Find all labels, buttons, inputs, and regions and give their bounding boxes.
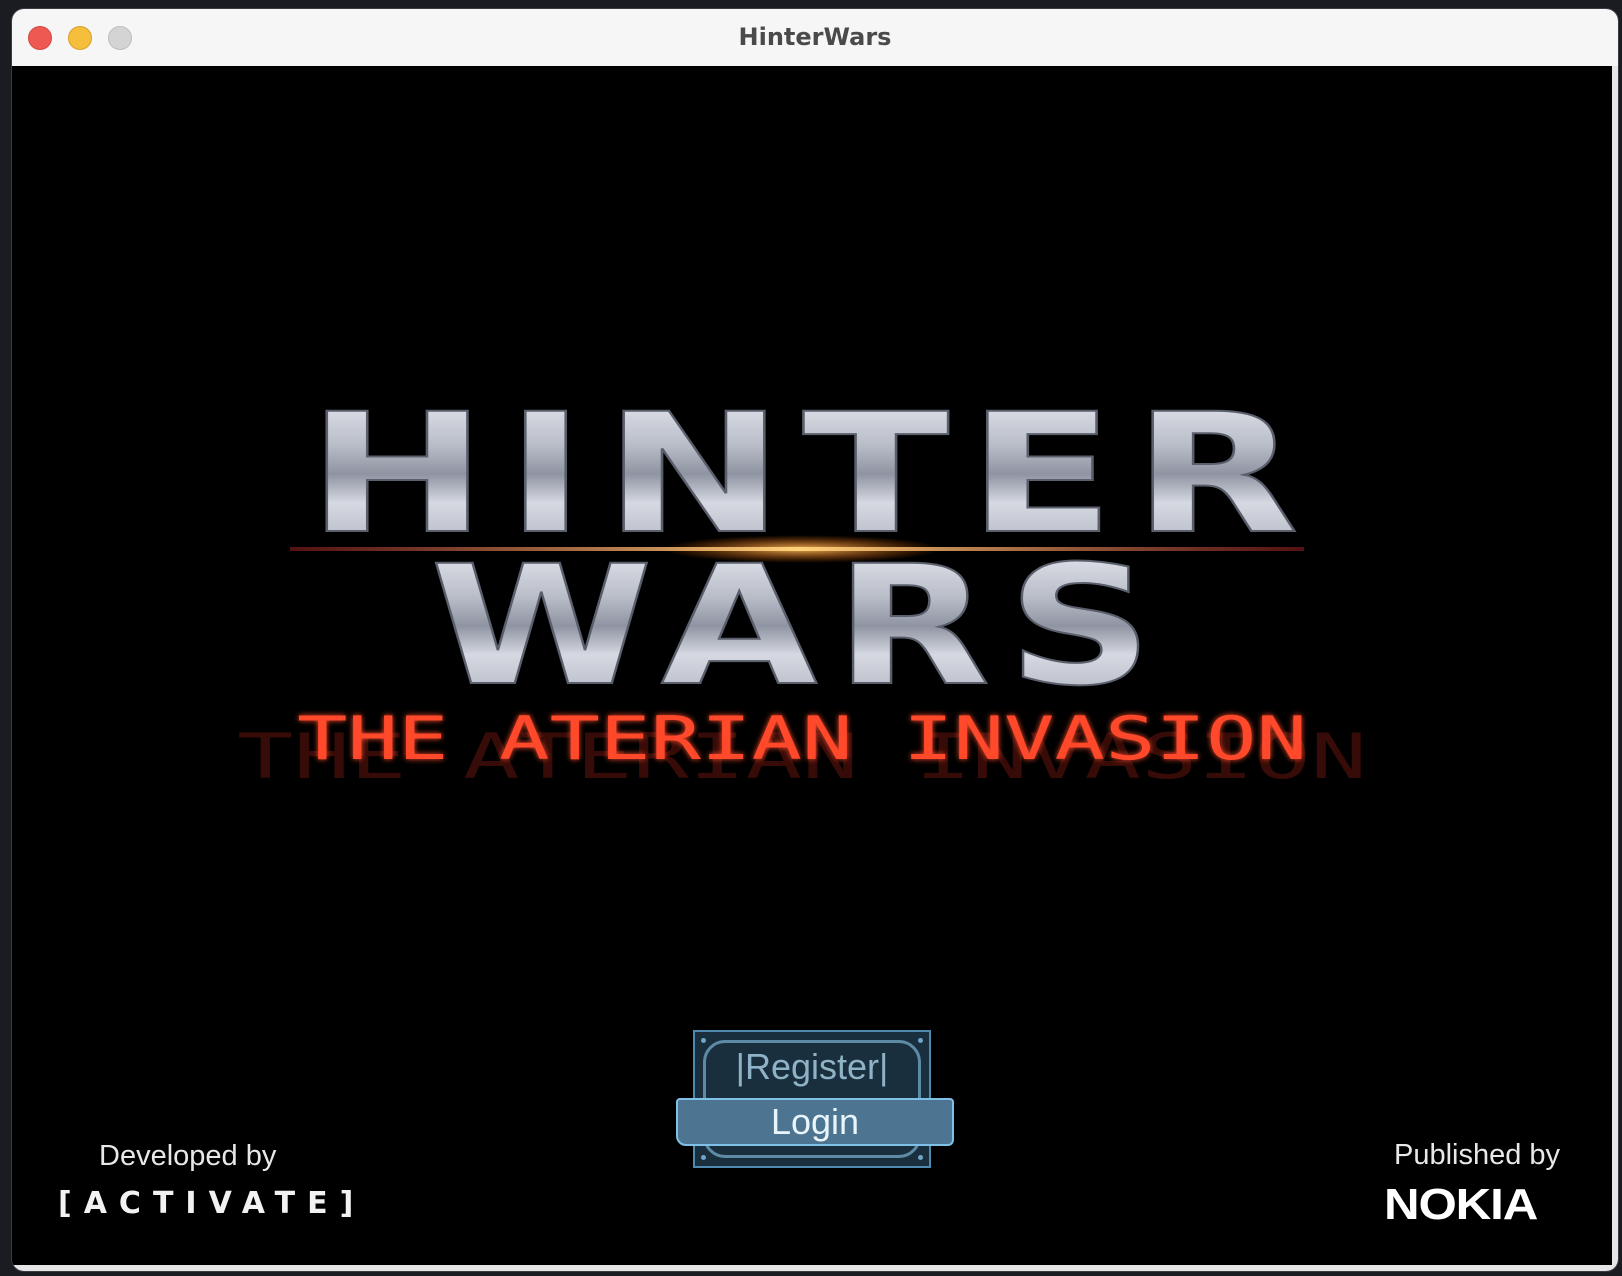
- frame-rivet: [918, 1155, 923, 1160]
- game-logo-graphic: HINTER WARS THE ATERIAN INVASION THE ATE…: [237, 377, 1367, 793]
- logo-subtitle: THE ATERIAN INVASION: [297, 704, 1307, 774]
- publisher-logo: NOKIA: [1384, 1180, 1538, 1229]
- logo-line-2: WARS: [430, 530, 1170, 722]
- window-title: HinterWars: [738, 23, 892, 51]
- frame-rivet: [701, 1155, 706, 1160]
- published-by-label: Published by: [1394, 1139, 1561, 1171]
- register-label: |Register|: [735, 1046, 889, 1087]
- login-label: Login: [770, 1101, 860, 1142]
- frame-rivet: [918, 1038, 923, 1043]
- game-window: HinterWars HINTER WARS THE ATERIAN INVAS…: [12, 9, 1618, 1271]
- window-right-edge: [1612, 66, 1618, 1271]
- game-logo: HINTER WARS THE ATERIAN INVASION THE ATE…: [212, 336, 1412, 816]
- title-bar[interactable]: HinterWars: [12, 9, 1618, 67]
- frame-rivet: [701, 1038, 706, 1043]
- login-button[interactable]: Login: [676, 1098, 954, 1146]
- developer-logo: [ACTIVATE]: [58, 1186, 366, 1221]
- game-canvas: HINTER WARS THE ATERIAN INVASION THE ATE…: [12, 66, 1618, 1271]
- developed-by-label: Developed by: [99, 1140, 277, 1172]
- window-bottom-edge: [12, 1265, 1618, 1271]
- desktop: HinterWars HINTER WARS THE ATERIAN INVAS…: [0, 0, 1622, 1276]
